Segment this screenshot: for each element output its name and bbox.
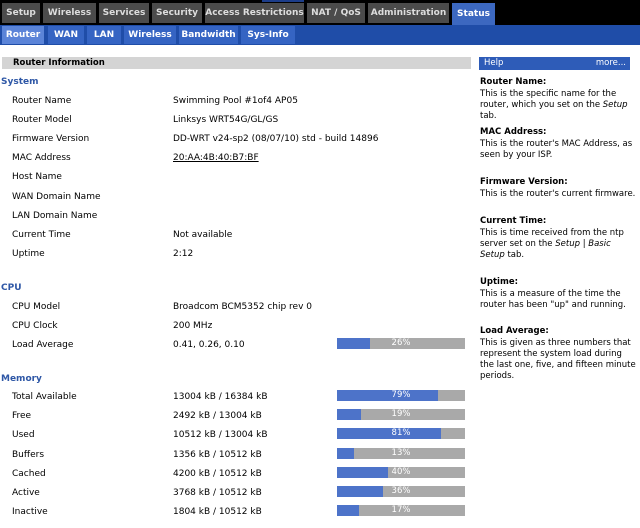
subtab-bandwidth[interactable]: Bandwidth bbox=[179, 26, 238, 44]
used-label: Used bbox=[12, 430, 35, 440]
subtab-wan[interactable]: WAN bbox=[48, 26, 84, 44]
total-available-value: 13004 kB / 16384 kB bbox=[173, 392, 268, 402]
total-available-bar: 79% bbox=[337, 390, 465, 401]
help-mac-address-text: This is the router's MAC Address, as see… bbox=[480, 139, 633, 160]
router-name-label: Router Name bbox=[12, 96, 72, 106]
load-average-percent: 26% bbox=[391, 338, 411, 348]
cached-value: 4200 kB / 10512 kB bbox=[173, 469, 262, 479]
subtab-router[interactable]: Router bbox=[2, 26, 44, 44]
cpu-clock-label: CPU Clock bbox=[12, 321, 58, 331]
help-more-link[interactable]: more... bbox=[596, 57, 626, 70]
tab-nat-qos[interactable]: NAT / QoS bbox=[307, 3, 365, 23]
free-label: Free bbox=[12, 411, 32, 421]
active-value: 3768 kB / 10512 kB bbox=[173, 488, 262, 498]
host-name-label: Host Name bbox=[12, 172, 62, 182]
used-percent: 81% bbox=[391, 428, 411, 438]
help-router-name-em: Setup bbox=[602, 100, 628, 110]
router-name-value: Swimming Pool #1of4 AP05 bbox=[173, 96, 298, 106]
help-firmware-title: Firmware Version: bbox=[480, 177, 568, 187]
router-model-value: Linksys WRT54G/GL/GS bbox=[173, 115, 279, 125]
load-average-label: Load Average bbox=[12, 340, 74, 350]
logo-fragment bbox=[262, 0, 304, 2]
current-time-value: Not available bbox=[173, 230, 233, 240]
help-firmware-text: This is the router's current firmware. bbox=[480, 189, 636, 199]
load-average-value: 0.41, 0.26, 0.10 bbox=[173, 340, 245, 350]
help-load-average-title: Load Average: bbox=[480, 326, 549, 336]
active-bar: 36% bbox=[337, 486, 465, 497]
inactive-label: Inactive bbox=[12, 507, 48, 517]
firmware-version-label: Firmware Version bbox=[12, 134, 90, 144]
router-information-header: Router Information bbox=[2, 57, 471, 69]
help-router-name-title: Router Name: bbox=[480, 77, 547, 87]
memory-group-title: Memory bbox=[1, 374, 42, 384]
system-group-title: System bbox=[1, 77, 39, 87]
firmware-version-value: DD-WRT v24-sp2 (08/07/10) std - build 14… bbox=[173, 134, 379, 144]
cached-bar: 40% bbox=[337, 467, 465, 478]
help-title: Help bbox=[484, 58, 504, 68]
help-uptime-title: Uptime: bbox=[480, 277, 518, 287]
tab-setup[interactable]: Setup bbox=[2, 3, 40, 23]
wan-domain-name-label: WAN Domain Name bbox=[12, 192, 101, 202]
uptime-value: 2:12 bbox=[173, 249, 194, 259]
help-mac-address-title: MAC Address: bbox=[480, 127, 547, 137]
inactive-percent: 17% bbox=[391, 505, 411, 515]
inactive-bar: 17% bbox=[337, 505, 465, 516]
mac-address-link[interactable]: 20:AA:4B:40:B7:BF bbox=[173, 153, 259, 163]
cached-label: Cached bbox=[12, 469, 46, 479]
subtab-lan[interactable]: LAN bbox=[87, 26, 121, 44]
help-header: Help more... bbox=[479, 57, 630, 70]
router-model-label: Router Model bbox=[12, 115, 72, 125]
total-available-percent: 79% bbox=[391, 390, 411, 400]
sub-nav: Router WAN LAN Wireless Bandwidth Sys-In… bbox=[0, 25, 640, 45]
tab-security[interactable]: Security bbox=[152, 3, 202, 23]
tab-wireless[interactable]: Wireless bbox=[43, 3, 96, 23]
active-percent: 36% bbox=[391, 486, 411, 496]
cpu-group-title: CPU bbox=[1, 283, 22, 293]
buffers-value: 1356 kB / 10512 kB bbox=[173, 450, 262, 460]
current-time-label: Current Time bbox=[12, 230, 71, 240]
cpu-model-value: Broadcom BCM5352 chip rev 0 bbox=[173, 302, 313, 312]
load-average-bar: 26% bbox=[337, 338, 465, 349]
lan-domain-name-label: LAN Domain Name bbox=[12, 211, 98, 221]
help-load-average-text: This is given as three numbers that repr… bbox=[480, 338, 636, 381]
buffers-label: Buffers bbox=[12, 450, 45, 460]
mac-address-label: MAC Address bbox=[12, 153, 71, 163]
free-value: 2492 kB / 13004 kB bbox=[173, 411, 262, 421]
buffers-bar: 13% bbox=[337, 448, 465, 459]
tab-status[interactable]: Status bbox=[452, 3, 495, 25]
free-bar: 19% bbox=[337, 409, 465, 420]
tab-administration[interactable]: Administration bbox=[368, 3, 449, 23]
subtab-wireless[interactable]: Wireless bbox=[124, 26, 176, 44]
tab-access-restrictions[interactable]: Access Restrictions bbox=[205, 3, 304, 23]
help-current-time-title: Current Time: bbox=[480, 216, 547, 226]
help-router-name-text: This is the specific name for the router… bbox=[480, 89, 628, 121]
used-value: 10512 kB / 13004 kB bbox=[173, 430, 268, 440]
cached-percent: 40% bbox=[391, 467, 411, 477]
main-nav: Setup Wireless Services Security Access … bbox=[0, 3, 640, 25]
help-current-time-text: This is time received from the ntp serve… bbox=[480, 228, 624, 260]
free-percent: 19% bbox=[391, 409, 411, 419]
subtab-sys-info[interactable]: Sys-Info bbox=[241, 26, 295, 44]
active-label: Active bbox=[12, 488, 40, 498]
cpu-model-label: CPU Model bbox=[12, 302, 61, 312]
used-bar: 81% bbox=[337, 428, 465, 439]
inactive-value: 1804 kB / 10512 kB bbox=[173, 507, 262, 517]
uptime-label: Uptime bbox=[12, 249, 45, 259]
total-available-label: Total Available bbox=[12, 392, 77, 402]
buffers-percent: 13% bbox=[391, 448, 411, 458]
help-uptime-text: This is a measure of the time the router… bbox=[480, 289, 626, 310]
cpu-clock-value: 200 MHz bbox=[173, 321, 213, 331]
tab-services[interactable]: Services bbox=[99, 3, 149, 23]
